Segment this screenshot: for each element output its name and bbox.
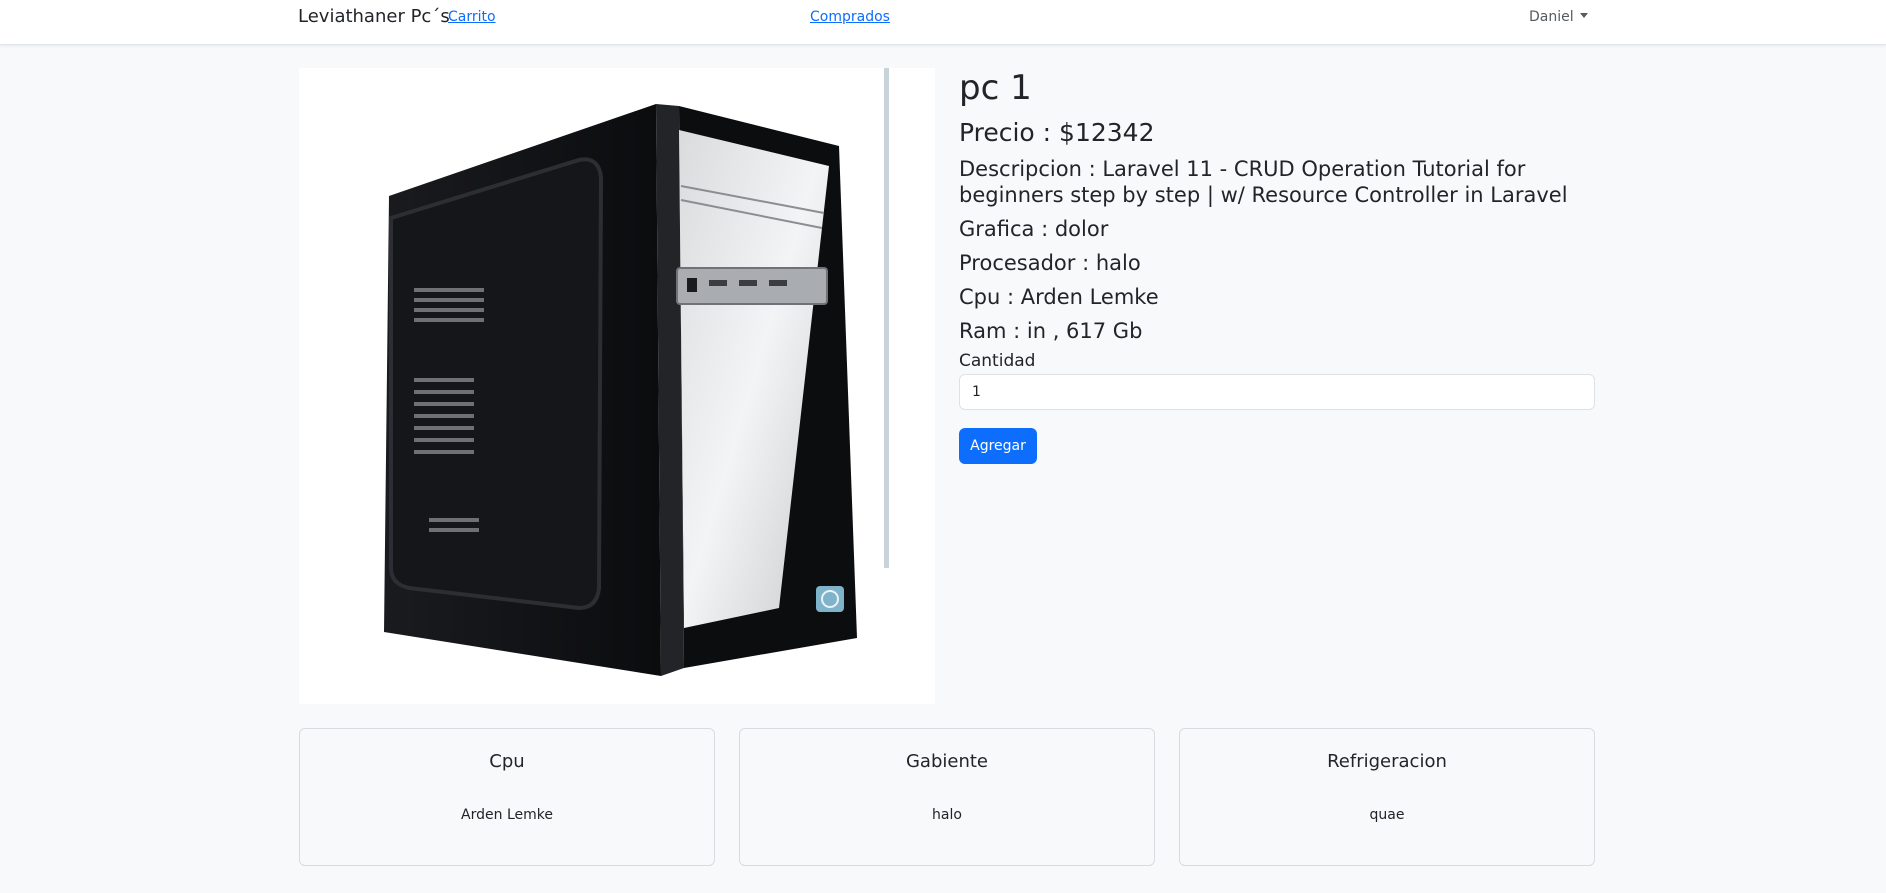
nav-link-carrito[interactable]: Carrito <box>448 9 496 25</box>
card-value: quae <box>1369 807 1405 823</box>
product-price: Precio : $12342 <box>959 118 1155 147</box>
quantity-label: Cantidad <box>959 351 1036 371</box>
card-value: Arden Lemke <box>461 807 553 823</box>
card-value: halo <box>932 807 962 823</box>
navbar: Leviathaner Pc´s Carrito Comprados Danie… <box>0 0 1886 45</box>
pc-tower-illustration <box>384 68 889 676</box>
card-title: Cpu <box>489 751 525 772</box>
brand-logo[interactable]: Leviathaner Pc´s <box>298 6 450 27</box>
product-description: Descripcion : Laravel 11 - CRUD Operatio… <box>959 157 1568 207</box>
spec-card-gabiente: Gabiente halo <box>739 728 1155 866</box>
add-to-cart-button[interactable]: Agregar <box>959 428 1037 464</box>
nav-link-comprados[interactable]: Comprados <box>810 9 890 25</box>
spec-card-cpu: Cpu Arden Lemke <box>299 728 715 866</box>
card-title: Refrigeracion <box>1327 751 1447 772</box>
product-title: pc 1 <box>959 68 1032 108</box>
quantity-input[interactable] <box>959 374 1595 410</box>
product-procesador: Procesador : halo <box>959 251 1141 275</box>
card-title: Gabiente <box>905 751 989 772</box>
user-dropdown[interactable]: Daniel <box>1529 9 1588 25</box>
user-name: Daniel <box>1529 9 1574 25</box>
spec-card-refrigeracion: Refrigeracion quae <box>1179 728 1595 866</box>
product-ram: Ram : in , 617 Gb <box>959 319 1143 343</box>
product-grafica: Grafica : dolor <box>959 217 1109 241</box>
product-image <box>299 68 935 704</box>
caret-down-icon <box>1579 12 1588 18</box>
product-cpu: Cpu : Arden Lemke <box>959 285 1159 309</box>
